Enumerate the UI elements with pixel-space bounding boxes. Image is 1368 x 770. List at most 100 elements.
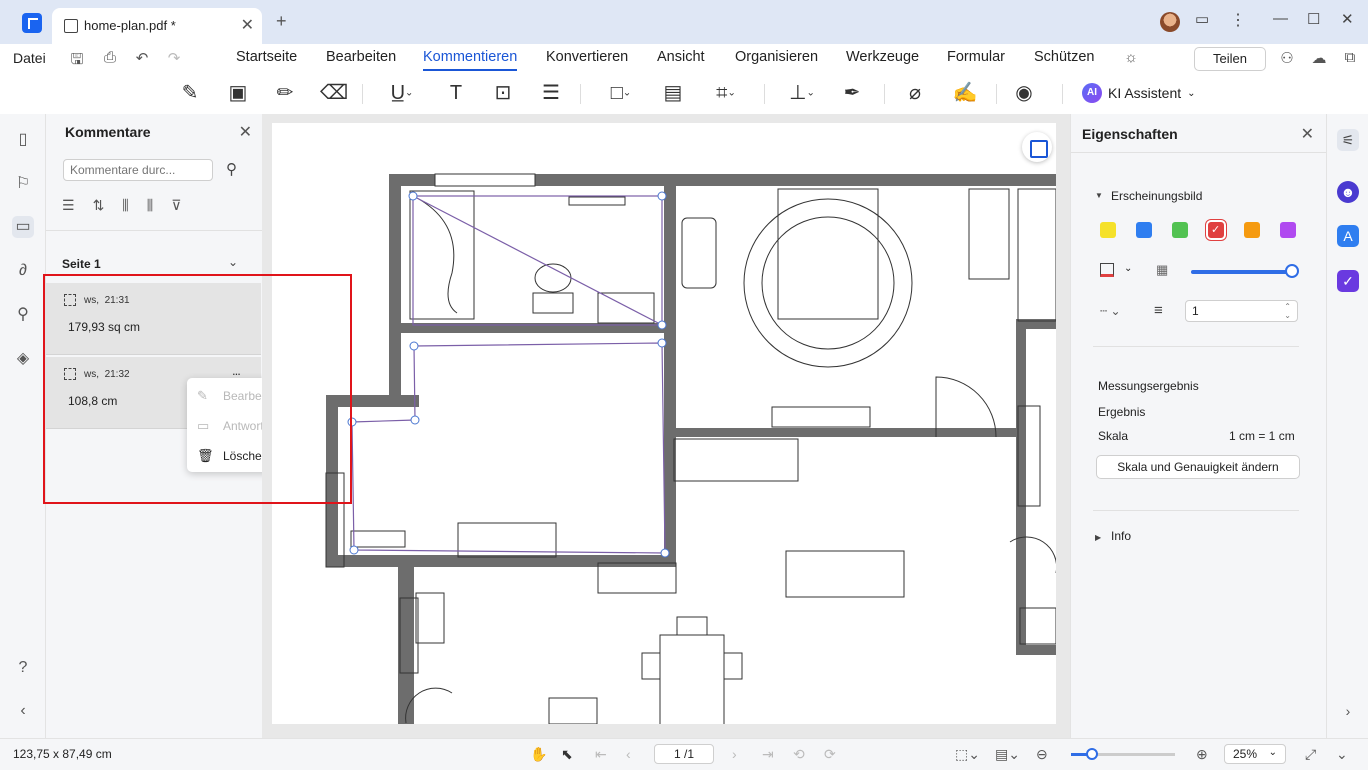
zoom-in-icon[interactable]: ⊕ [1196, 746, 1208, 763]
bookmark-icon[interactable]: ⚐ [12, 173, 34, 195]
zoom-out-icon[interactable]: ⊖ [1036, 746, 1048, 763]
ai-assistant-button[interactable]: AI KI Assistent ⌄ [1082, 80, 1196, 106]
fit-width-icon[interactable]: ⬚⌄ [955, 746, 980, 763]
share-network-icon[interactable]: ⚇ [1278, 49, 1296, 67]
color-swatch-purple[interactable] [1280, 222, 1296, 238]
form-edit-tool-icon[interactable]: ✍ [952, 80, 978, 106]
search-icon[interactable]: ⚲ [12, 304, 34, 326]
close-tab-icon[interactable]: ✕ [241, 15, 254, 35]
more-settings-icon[interactable]: ⌄ [1336, 746, 1348, 763]
column-settings-icon[interactable]: ⫼ [147, 197, 153, 214]
collapse-triangle-icon[interactable]: ▼ [1095, 191, 1103, 200]
stroke-color-icon[interactable] [1100, 263, 1114, 277]
maximize-icon[interactable]: ☐ [1307, 10, 1320, 28]
comment-item[interactable]: ws, 21:31 179,93 sq cm [46, 283, 261, 355]
rotate-left-icon[interactable]: ⟲ [793, 746, 805, 763]
translate-icon[interactable]: A [1337, 225, 1359, 247]
opacity-slider-handle[interactable] [1285, 264, 1299, 278]
show-hide-icon[interactable]: ◉ [1011, 80, 1037, 106]
pencil-tool-icon[interactable]: ✏ [272, 80, 298, 106]
new-tab-icon[interactable]: + [276, 11, 287, 32]
measure-tool-icon[interactable]: ⌗⌄ [707, 80, 745, 106]
lightbulb-icon[interactable]: ☼ [1122, 49, 1140, 67]
line-width-input[interactable]: 1 ⌃ ⌄ [1185, 300, 1298, 322]
attachment-icon[interactable]: ∂ [12, 260, 34, 282]
tab-kommentieren[interactable]: Kommentieren [423, 49, 518, 71]
line-style-icon[interactable]: ┄ ⌄ [1100, 304, 1121, 318]
tab-startseite[interactable]: Startseite [236, 49, 297, 65]
color-swatch-orange[interactable] [1244, 222, 1260, 238]
tab-formular[interactable]: Formular [947, 49, 1005, 65]
layers-icon[interactable]: ◈ [12, 348, 34, 370]
more-options-button[interactable]: ... [232, 363, 241, 378]
zoom-level-select[interactable]: 25% ⌄ [1224, 744, 1286, 764]
rotate-right-icon[interactable]: ⟳ [824, 746, 836, 763]
page-thumbnail-icon[interactable]: ▯ [12, 129, 34, 151]
previous-page-icon[interactable]: ‹ [626, 746, 631, 762]
avatar[interactable] [1160, 12, 1180, 32]
color-swatch-yellow[interactable] [1100, 222, 1116, 238]
search-icon[interactable]: ⚲ [226, 160, 237, 178]
collapse-right-icon[interactable]: › [1337, 700, 1359, 722]
sticky-note-tool-icon[interactable]: ▣ [225, 80, 251, 106]
print-icon[interactable]: ⎙ [101, 49, 119, 67]
open-external-icon[interactable]: ⧉ [1341, 49, 1359, 67]
tab-konvertieren[interactable]: Konvertieren [546, 49, 628, 65]
tab-werkzeuge[interactable]: Werkzeuge [846, 49, 919, 65]
minimize-icon[interactable]: — [1273, 10, 1288, 27]
zoom-slider-handle[interactable] [1086, 748, 1098, 760]
undo-icon[interactable]: ↶ [133, 49, 151, 67]
color-swatch-red[interactable] [1206, 220, 1226, 240]
tab-organisieren[interactable]: Organisieren [735, 49, 818, 65]
close-icon[interactable]: ✕ [239, 122, 252, 142]
document-viewer[interactable] [262, 114, 1070, 738]
column-filter-icon[interactable]: ⫼ [122, 197, 128, 214]
sort-icon[interactable]: ⇅ [93, 197, 105, 214]
opacity-slider[interactable] [1191, 270, 1295, 274]
appearance-label[interactable]: Erscheinungsbild [1111, 189, 1202, 203]
color-swatch-green[interactable] [1172, 222, 1188, 238]
attachment-tool-icon[interactable]: ⌀ [902, 80, 928, 106]
tab-bearbeiten[interactable]: Bearbeiten [326, 49, 396, 65]
comments-search-input[interactable] [63, 159, 213, 181]
eraser-tool-icon[interactable]: ⌫ [320, 80, 348, 106]
fullscreen-icon[interactable]: ⤢ [1305, 746, 1316, 763]
collapse-all-icon[interactable]: ☰ [62, 197, 75, 214]
tab-ansicht[interactable]: Ansicht [657, 49, 705, 65]
redo-icon[interactable]: ↷ [165, 49, 183, 67]
save-icon[interactable]: 🖫 [68, 49, 86, 68]
next-page-icon[interactable]: › [732, 746, 737, 762]
select-tool-icon[interactable]: ⬉ [561, 746, 573, 763]
menu-file[interactable]: Datei [13, 50, 46, 66]
textbox-tool-icon[interactable]: ⊡ [490, 80, 516, 106]
shape-tool-icon[interactable]: □⌄ [602, 80, 640, 106]
document-tab[interactable]: home-plan.pdf * ✕ [52, 8, 262, 44]
page-number-input[interactable]: 1 /1 [654, 744, 714, 764]
hand-tool-icon[interactable]: ✋ [530, 746, 547, 763]
callout-tool-icon[interactable]: ☰ [538, 80, 564, 106]
task-check-icon[interactable]: ✓ [1337, 270, 1359, 292]
close-icon[interactable]: ✕ [1301, 124, 1314, 144]
close-window-icon[interactable]: ✕ [1341, 10, 1354, 28]
cloud-upload-icon[interactable]: ☁ [1310, 49, 1328, 67]
text-tool-icon[interactable]: T [443, 80, 469, 106]
filter-icon[interactable]: ⊽ [171, 197, 181, 214]
pdf-page[interactable] [272, 123, 1056, 724]
expand-triangle-icon[interactable]: ▶ [1095, 533, 1101, 542]
ai-robot-icon[interactable]: ☻ [1337, 181, 1359, 203]
color-swatch-blue[interactable] [1136, 222, 1152, 238]
change-scale-button[interactable]: Skala und Genauigkeit ändern [1096, 455, 1300, 479]
last-page-icon[interactable]: ⇥ [762, 746, 774, 763]
signature-tool-icon[interactable]: ✒ [839, 80, 865, 106]
more-options-icon[interactable]: ⋮ [1230, 10, 1246, 30]
comment-tool-icon[interactable]: ▤ [660, 80, 686, 106]
comments-icon[interactable]: ▭ [12, 216, 34, 238]
properties-sliders-icon[interactable]: ⚟ [1337, 129, 1359, 151]
tab-schuetzen[interactable]: Schützen [1034, 49, 1094, 65]
feedback-icon[interactable]: ▭ [1195, 10, 1209, 28]
chevron-down-icon[interactable]: ⌄ [1124, 263, 1132, 274]
help-icon[interactable]: ? [12, 657, 34, 679]
share-button[interactable]: Teilen [1194, 47, 1266, 71]
highlight-tool-icon[interactable]: ✎ [177, 80, 203, 106]
collapse-left-icon[interactable]: ‹ [12, 700, 34, 722]
